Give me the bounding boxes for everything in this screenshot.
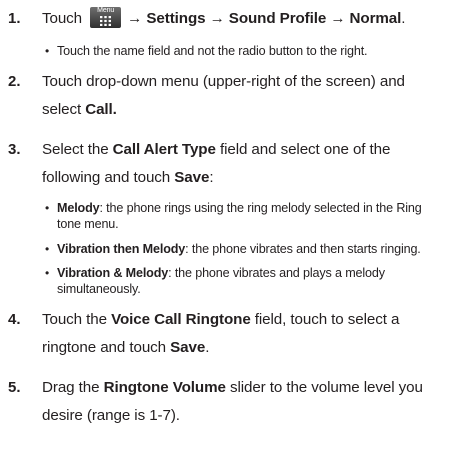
- step-line: Touch the Voice Call Ringtone field, tou…: [42, 306, 467, 334]
- bullet-text: Vibration & Melody: the phone vibrates a…: [57, 265, 475, 281]
- bullet-dot: •: [45, 201, 50, 215]
- step-text-plain: slider to the volume level you: [225, 379, 423, 396]
- step-text-plain: :: [209, 169, 214, 186]
- bullet-text: Touch the name field and not the radio b…: [57, 44, 368, 58]
- bullet-desc: : the phone vibrates and then starts rin…: [185, 242, 421, 256]
- step-text-plain: .: [205, 339, 210, 356]
- step-text-bold: Voice Call Ringtone: [111, 311, 251, 328]
- step-text-plain: field and select one of the: [215, 141, 391, 158]
- bullet-dot: •: [45, 242, 50, 256]
- bullet-term: Melody: [57, 201, 100, 215]
- step-text-plain: ringtone and touch: [42, 339, 171, 356]
- bullet-term: Vibration & Melody: [57, 266, 169, 280]
- step-text-bold: Save: [170, 339, 206, 356]
- step-number: 3.: [8, 141, 21, 158]
- step-text: Touch Menu → Settings → Sound Profile → …: [42, 5, 467, 33]
- menu-icon-label: Menu: [97, 7, 115, 14]
- step-text-end: .: [401, 10, 406, 27]
- bullet-dot: •: [45, 44, 50, 58]
- step-line: Touch drop-down menu (upper-right of the…: [42, 73, 405, 90]
- bullet-item: • Vibration & Melody: the phone vibrates…: [45, 265, 475, 297]
- menu-grid-icon: Menu: [90, 7, 122, 28]
- step-text-bold: Call.: [85, 101, 117, 118]
- step-text: Touch drop-down menu (upper-right of the…: [42, 68, 467, 124]
- step-line: Drag the Ringtone Volume slider to the v…: [42, 374, 467, 402]
- step-line: following and touch Save:: [42, 164, 467, 192]
- step-text-plain: select: [42, 101, 86, 118]
- step-text: Touch the Voice Call Ringtone field, tou…: [42, 306, 467, 362]
- step-text-bold: Save: [174, 169, 210, 186]
- bullet-text: simultaneously.: [57, 282, 141, 296]
- step-text-bold: Ringtone Volume: [103, 379, 226, 396]
- step-text: Drag the Ringtone Volume slider to the v…: [42, 374, 467, 430]
- step-text-plain: Drag the: [42, 379, 104, 396]
- step-number: 5.: [8, 379, 21, 396]
- bullet-text: Melody: the phone rings using the ring m…: [57, 200, 475, 216]
- step-text-plain: Touch the: [42, 311, 112, 328]
- step-line: Select the Call Alert Type field and sel…: [42, 136, 467, 164]
- bullet-text: Vibration then Melody: the phone vibrate…: [57, 241, 475, 257]
- step-line: desire (range is 1-7).: [42, 407, 180, 424]
- step-text-plain: Select the: [42, 141, 113, 158]
- step-text-plain: Touch: [42, 10, 83, 27]
- step-text-plain: field, touch to select a: [250, 311, 400, 328]
- bullet-term: Vibration then Melody: [57, 242, 186, 256]
- step-number: 2.: [8, 73, 21, 90]
- step-line: ringtone and touch Save.: [42, 334, 467, 362]
- step-text: Select the Call Alert Type field and sel…: [42, 136, 467, 192]
- bullet-dot: •: [45, 266, 50, 280]
- bullet-item: • Touch the name field and not the radio…: [45, 43, 475, 59]
- step-text-plain: following and touch: [42, 169, 175, 186]
- bullet-item: • Melody: the phone rings using the ring…: [45, 200, 475, 232]
- bullet-text: tone menu.: [57, 217, 119, 231]
- step-text-bold: Call Alert Type: [112, 141, 216, 158]
- grid-icon: [100, 16, 112, 26]
- step-line: select Call.: [42, 96, 467, 124]
- bullet-desc: : the phone rings using the ring melody …: [99, 201, 422, 215]
- bullet-item: • Vibration then Melody: the phone vibra…: [45, 241, 475, 257]
- step-number: 1.: [8, 10, 21, 27]
- bullet-desc: : the phone vibrates and plays a melody: [168, 266, 385, 280]
- menu-path: → Settings → Sound Profile → Normal: [127, 10, 402, 27]
- step-number: 4.: [8, 311, 21, 328]
